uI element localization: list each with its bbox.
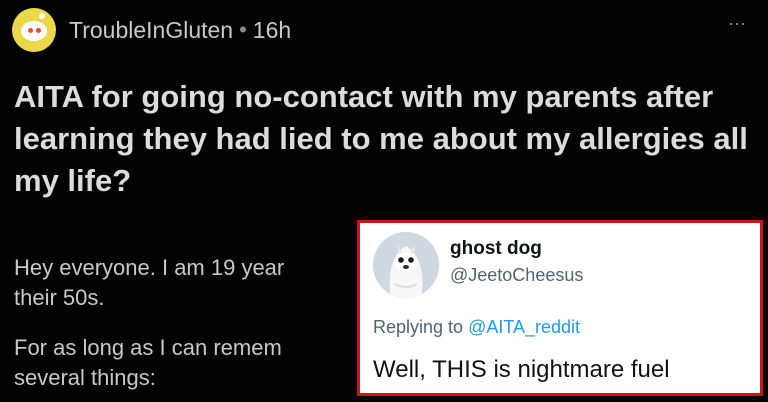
more-options-icon[interactable]: ⋯ <box>728 14 748 35</box>
post-title[interactable]: AITA for going no-contact with my parent… <box>14 76 754 202</box>
post-body-line: their 50s. <box>14 285 105 310</box>
tweet-handle[interactable]: @JeetoCheesus <box>450 265 583 286</box>
replying-to-label: Replying to <box>373 317 469 337</box>
snoo-avatar-icon[interactable] <box>12 8 56 52</box>
post-username[interactable]: TroubleInGluten <box>69 17 233 44</box>
post-age: 16h <box>252 16 292 43</box>
screenshot: TroubleInGluten • 16h ⋯ AITA for going n… <box>0 0 768 402</box>
separator-dot: • <box>239 17 247 42</box>
tweet-display-name[interactable]: ghost dog <box>450 238 542 260</box>
post-body-line: Hey everyone. I am 19 year <box>14 255 285 280</box>
tweet-card: ghost dog @JeetoCheesus Replying to @AIT… <box>357 220 763 396</box>
post-header: TroubleInGluten • 16h ⋯ <box>12 8 756 52</box>
post-body-line: For as long as I can remem <box>14 335 282 360</box>
replying-to-line: Replying to @AITA_reddit <box>373 317 580 338</box>
tweet-text: Well, THIS is nightmare fuel <box>373 356 670 383</box>
ghost-dog-avatar-icon[interactable] <box>373 232 439 298</box>
post-body-line: several things: <box>14 365 156 390</box>
reply-mention-link[interactable]: @AITA_reddit <box>468 317 580 337</box>
